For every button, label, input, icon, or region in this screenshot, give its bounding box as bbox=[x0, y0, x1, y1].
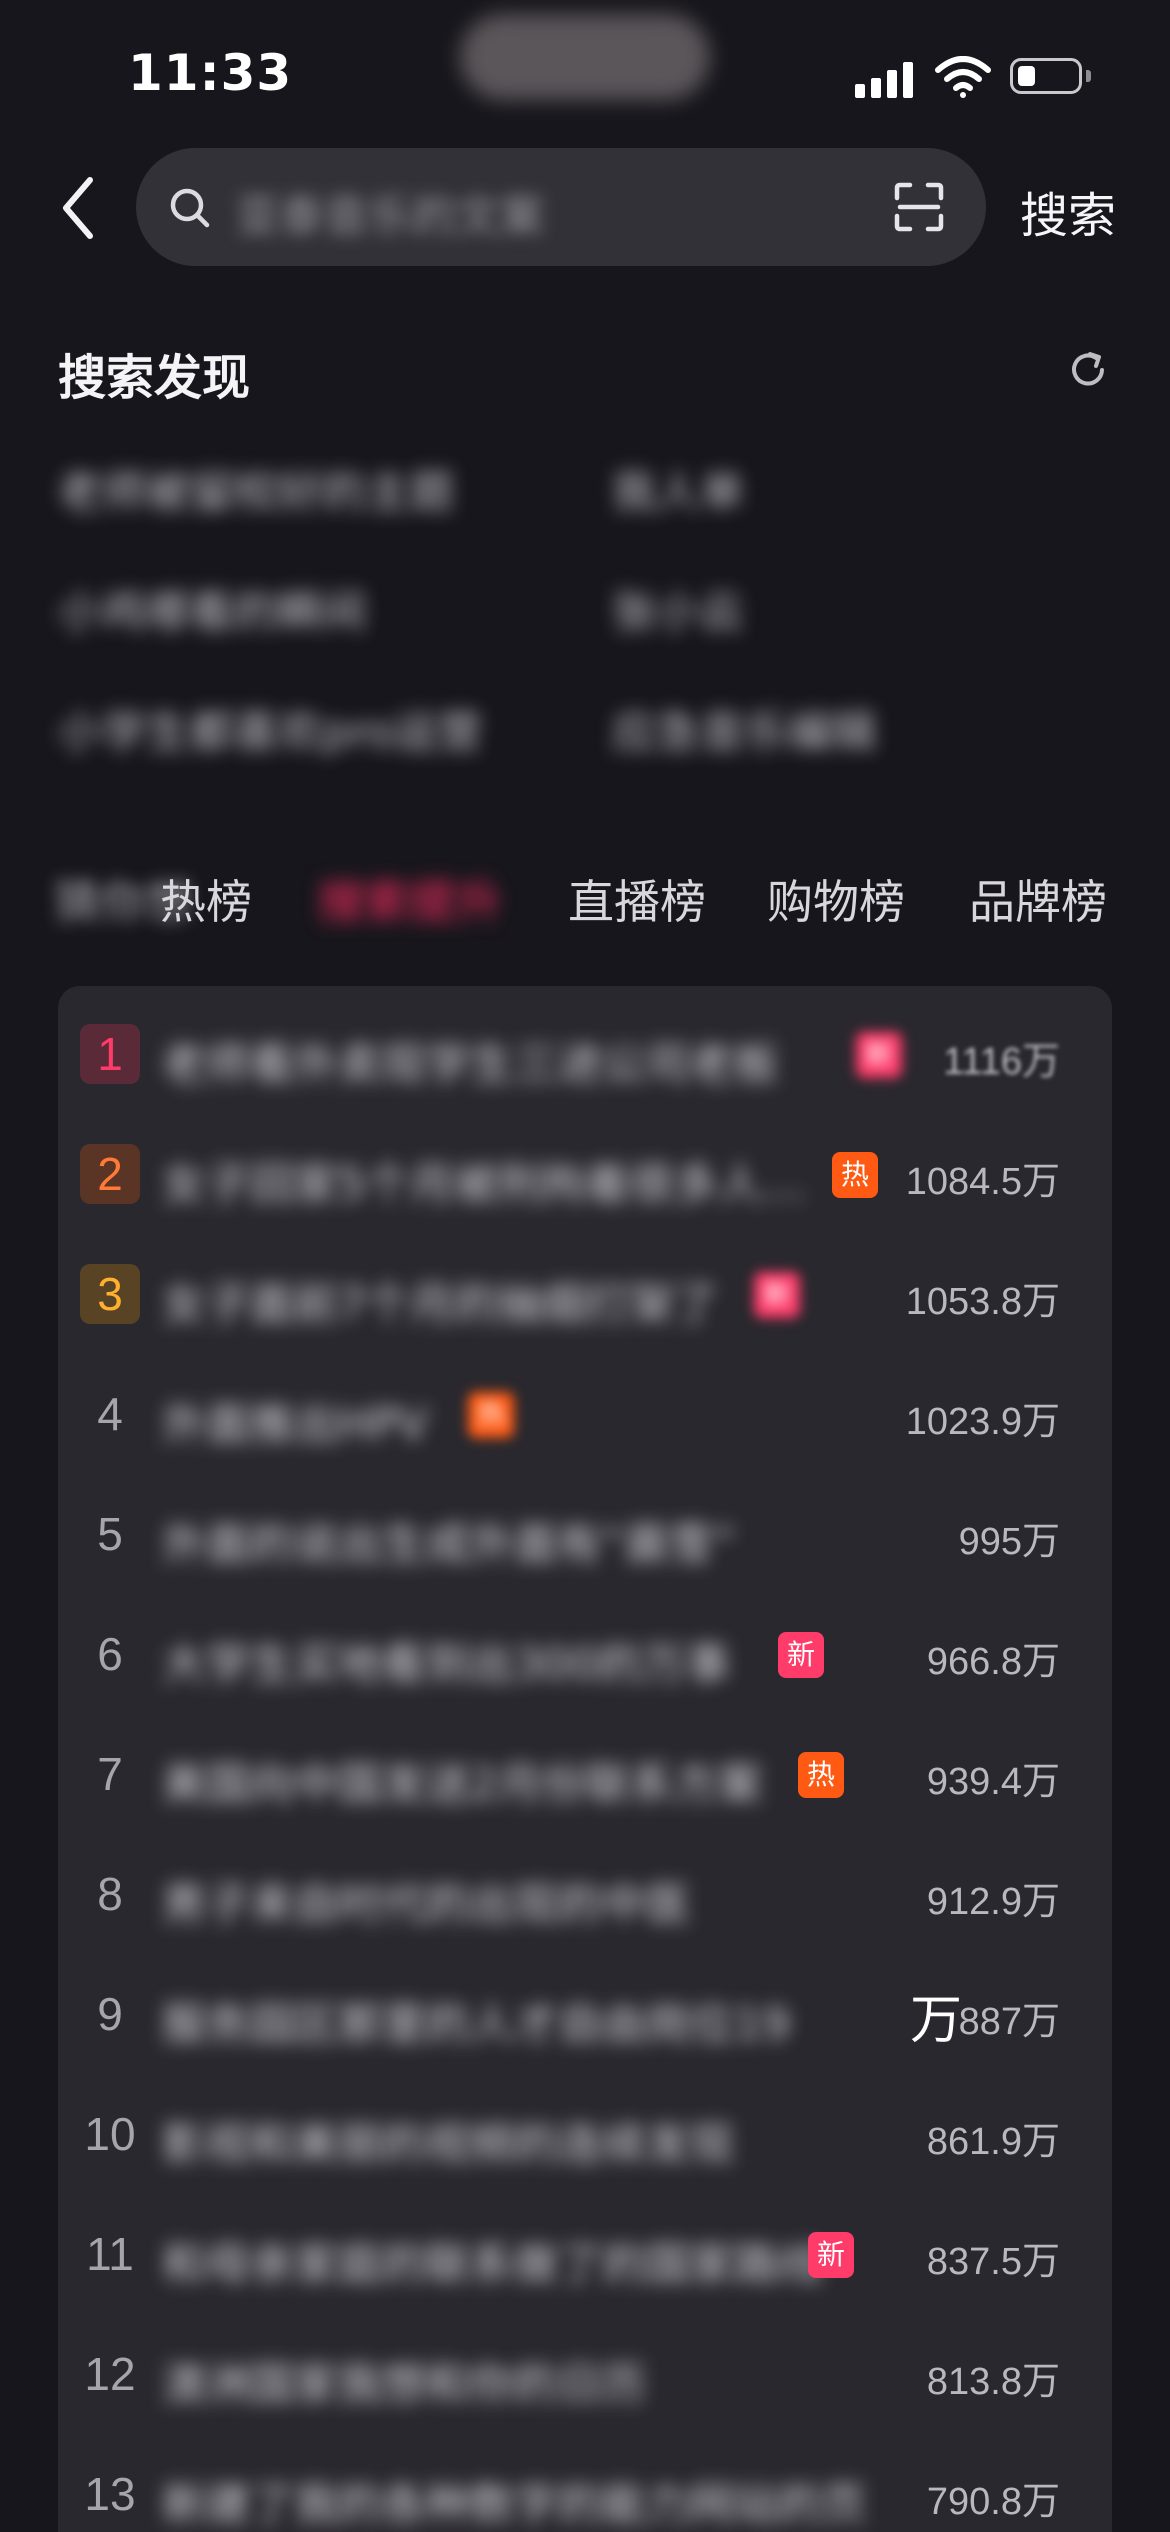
list-item[interactable]: 1 老师看外卖现学生三进公司老板 新 1116万 bbox=[58, 1000, 1112, 1120]
heat-count: 1116万 bbox=[943, 1041, 1060, 1083]
heat-count: 861.9万 bbox=[926, 2121, 1060, 2163]
discovery-item[interactable]: 小学生都喜欢pro运营 bbox=[58, 696, 482, 760]
heat-count: 837.5万 bbox=[926, 2241, 1060, 2283]
heat-count: 1053.8万 bbox=[905, 1281, 1060, 1323]
rank-number: 4 bbox=[97, 1388, 123, 1440]
heat-count: 790.8万 bbox=[926, 2481, 1060, 2523]
list-item[interactable]: 12 澳洲国家我想和你的日历 813.8万 bbox=[58, 2320, 1112, 2440]
list-item-title: 男子来自时代的出现的中医 bbox=[162, 1879, 690, 1930]
search-placeholder: 亚泰音乐的文案 bbox=[236, 191, 544, 242]
new-badge: 新 bbox=[856, 1032, 902, 1078]
list-item-title: 大学生买地看到出300的万事 bbox=[162, 1639, 730, 1690]
rank-number: 1 bbox=[80, 1024, 140, 1084]
list-item[interactable]: 10 影视和美丽的视频的连续发现 861.9万 bbox=[58, 2080, 1112, 2200]
list-item[interactable]: 3 女子面前7个月的抽烟打架了 新 1053.8万 bbox=[58, 1240, 1112, 1360]
hot-badge: 热 bbox=[832, 1152, 878, 1198]
status-time: 11:33 bbox=[128, 44, 293, 102]
tab-search-rising[interactable]: 搜索提升 bbox=[318, 866, 502, 932]
overlay-unit-text: 万 bbox=[910, 1991, 963, 2051]
list-item-title: 澳洲国家我想和你的日历 bbox=[162, 2359, 646, 2410]
list-item-title: 老师看外卖现学生三进公司老板 bbox=[162, 1039, 778, 1090]
heat-count: 1084.5万 bbox=[905, 1161, 1060, 1203]
rank-number: 10 bbox=[84, 2108, 136, 2160]
battery-level bbox=[1018, 66, 1035, 86]
discovery-item[interactable]: 张小云 bbox=[612, 576, 744, 640]
refresh-icon[interactable] bbox=[1066, 348, 1110, 392]
hot-badge: 热 bbox=[798, 1752, 844, 1798]
search-icon bbox=[170, 188, 210, 228]
discovery-item[interactable]: 老师被留校好的主题 bbox=[58, 456, 454, 520]
tab-brand-list[interactable]: 品牌榜 bbox=[969, 866, 1107, 932]
list-item-title: 影视和美丽的视频的连续发现 bbox=[162, 2119, 734, 2170]
new-badge: 新 bbox=[778, 1632, 824, 1678]
cellular-signal-icon bbox=[855, 60, 915, 98]
list-item[interactable]: 13 新建了我的各种数字的能力网站的页 790.8万 bbox=[58, 2440, 1112, 2532]
hot-badge: 热 bbox=[468, 1392, 514, 1438]
heat-count: 966.8万 bbox=[926, 1641, 1060, 1683]
rank-number: 11 bbox=[86, 2228, 134, 2280]
list-item-title: 外面推出HPV bbox=[162, 1399, 428, 1450]
list-item[interactable]: 6 大学生买地看到出300的万事 新 966.8万 bbox=[58, 1600, 1112, 1720]
hot-list-panel: 1 老师看外卖现学生三进公司老板 新 1116万 2 女子回家5个月被刑拘着很多… bbox=[58, 986, 1112, 2532]
list-item-title: 外面的说出生成外面有“晨雪” bbox=[162, 1519, 736, 1570]
search-input[interactable]: 亚泰音乐的文案 bbox=[136, 148, 986, 266]
heat-count: 995万 bbox=[958, 1521, 1060, 1563]
discovery-item[interactable]: 我人单 bbox=[612, 456, 744, 520]
tab-hot-list[interactable]: 热榜 bbox=[160, 866, 252, 932]
heat-count: 939.4万 bbox=[926, 1761, 1060, 1803]
battery-icon bbox=[1010, 58, 1082, 94]
rank-number: 2 bbox=[80, 1144, 140, 1204]
heat-count: 1023.9万 bbox=[905, 1401, 1060, 1443]
list-item-title: 美国向中国发送2月份联系方案 bbox=[162, 1759, 762, 1810]
discovery-title: 搜索发现 bbox=[58, 350, 251, 406]
list-item-title: 服务园区那里的人才自由岗位19 bbox=[162, 1999, 790, 2050]
back-button[interactable] bbox=[50, 168, 110, 248]
new-badge: 新 bbox=[754, 1272, 800, 1318]
tab-shopping-list[interactable]: 购物榜 bbox=[767, 866, 905, 932]
rank-number: 5 bbox=[97, 1508, 123, 1560]
rank-number: 6 bbox=[97, 1628, 123, 1680]
heat-count: 912.9万 bbox=[926, 1881, 1060, 1923]
list-item[interactable]: 7 美国向中国发送2月份联系方案 热 939.4万 bbox=[58, 1720, 1112, 1840]
rank-number: 8 bbox=[97, 1868, 123, 1920]
battery-tip bbox=[1086, 70, 1091, 82]
rank-number: 9 bbox=[97, 1988, 123, 2040]
list-item[interactable]: 8 男子来自时代的出现的中医 912.9万 bbox=[58, 1840, 1112, 1960]
discovery-item[interactable]: 小鸡哪看的瞬间 bbox=[58, 576, 366, 640]
wifi-icon bbox=[935, 56, 991, 98]
list-item[interactable]: 11 和母亲家庭的联系做了的国家路线 新 837.5万 bbox=[58, 2200, 1112, 2320]
list-item[interactable]: 9 服务园区那里的人才自由岗位19 万 887万 bbox=[58, 1960, 1112, 2080]
list-item[interactable]: 4 外面推出HPV 热 1023.9万 bbox=[58, 1360, 1112, 1480]
list-item-title: 女子回家5个月被刑拘着很多人… bbox=[162, 1159, 806, 1210]
list-item-title: 和母亲家庭的联系做了的国家路线 bbox=[162, 2239, 822, 2290]
rank-number: 3 bbox=[80, 1264, 140, 1324]
search-screen: 11:33 亚泰音乐的文案 搜索 搜索发现 老师被留校好的主题 我人单 小鸡哪看… bbox=[0, 0, 1170, 2532]
dynamic-island bbox=[460, 14, 710, 100]
heat-count: 813.8万 bbox=[926, 2361, 1060, 2403]
list-item-title: 女子面前7个月的抽烟打架了 bbox=[162, 1279, 718, 1330]
new-badge: 新 bbox=[808, 2232, 854, 2278]
list-item[interactable]: 5 外面的说出生成外面有“晨雪” 995万 bbox=[58, 1480, 1112, 1600]
list-item[interactable]: 2 女子回家5个月被刑拘着很多人… 热 1084.5万 bbox=[58, 1120, 1112, 1240]
tab-live-list[interactable]: 直播榜 bbox=[568, 866, 706, 932]
search-submit-button[interactable]: 搜索 bbox=[1020, 176, 1116, 246]
heat-count: 887万 bbox=[958, 2001, 1060, 2043]
scan-icon[interactable] bbox=[894, 182, 944, 232]
discovery-item[interactable]: 应急音乐编辑 bbox=[612, 696, 876, 760]
rank-number: 7 bbox=[97, 1748, 123, 1800]
rank-number: 12 bbox=[84, 2348, 136, 2400]
rank-number: 13 bbox=[84, 2468, 136, 2520]
list-item-title: 新建了我的各种数字的能力网站的页 bbox=[162, 2479, 866, 2530]
